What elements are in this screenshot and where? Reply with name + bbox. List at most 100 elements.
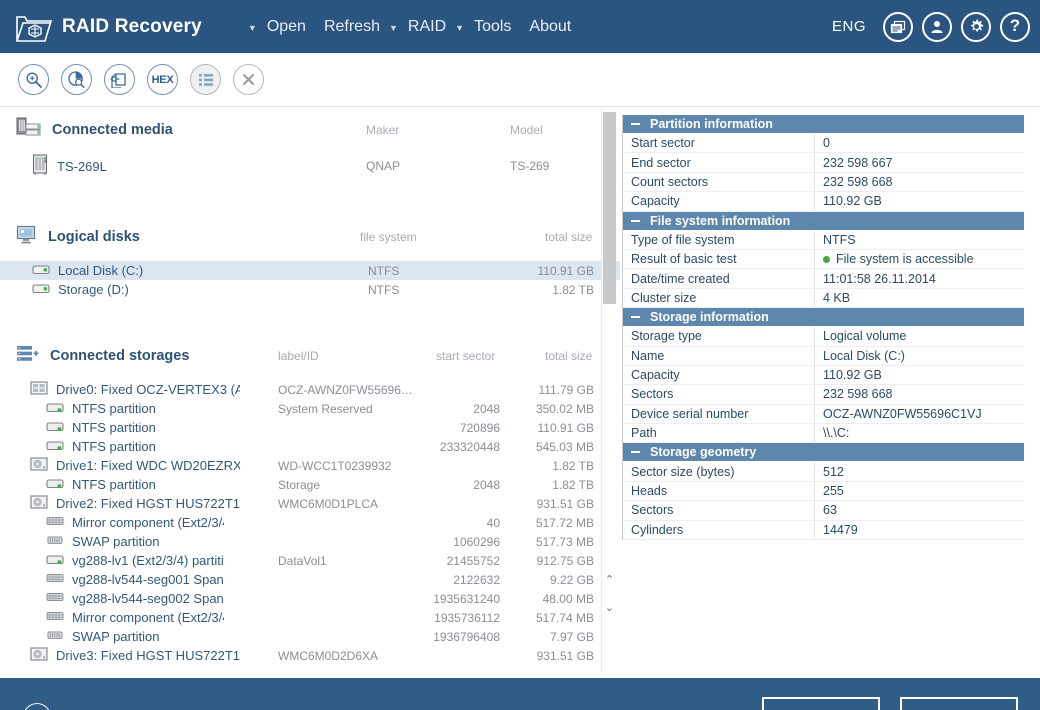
property-row: Sectors 232 598 668 (623, 385, 1024, 405)
section-title: Storage geometry (650, 445, 757, 460)
storage-row[interactable]: NTFS partition 720896 110.91 GB (0, 418, 620, 437)
partition-icon (46, 420, 64, 436)
media-maker: QNAP (366, 159, 401, 173)
user-icon[interactable] (922, 11, 952, 42)
disk-export-icon[interactable] (104, 64, 135, 95)
device-tree-panel[interactable]: Connected media Maker Model TS-269L QNAP… (0, 107, 620, 676)
section-title: File system information (650, 213, 791, 228)
menu-item-tools[interactable]: Tools (465, 14, 520, 40)
search-icon[interactable] (18, 64, 49, 95)
storage-row[interactable]: SWAP partition 1936796408 7.97 GB (0, 627, 620, 646)
property-value-text: 232 598 668 (823, 174, 893, 189)
storage-row[interactable]: vg288-lv544-seg001 Span compone… 2122632 9… (0, 570, 620, 589)
property-value-text: 110.92 GB (823, 368, 882, 383)
scrollbar-thumb[interactable] (603, 112, 616, 304)
nas-icon (32, 153, 48, 179)
section-header[interactable]: File system information (623, 211, 1024, 231)
storage-row[interactable]: SWAP partition 1060296 517.73 MB (0, 532, 620, 551)
column-label-total-size: total size (545, 349, 593, 363)
storage-row-labelid: WMC6M0D1PLCA (278, 496, 379, 511)
help-icon[interactable]: ? (1000, 11, 1030, 42)
menu-caret-open[interactable]: ▼ (248, 24, 257, 33)
raid-folder-logo (12, 7, 56, 47)
storage-row-name: Drive2: Fixed HGST HUS722T1TALA… (56, 496, 240, 511)
section-header[interactable]: Storage geometry (623, 443, 1024, 463)
storage-row[interactable]: NTFS partition System Reserved 2048 350.02 … (0, 399, 620, 418)
property-row: Heads 255 (623, 481, 1024, 502)
property-row: Sectors 63 (623, 501, 1024, 521)
property-value: 255 (815, 484, 1024, 498)
property-row: Path \\.\C: (623, 424, 1024, 444)
menu-item-about[interactable]: About (520, 14, 580, 40)
property-value: Logical volume (815, 329, 1024, 343)
storage-row-start-sector: 1936796408 (433, 629, 500, 644)
property-row: Date/time created 11:01:58 26.11.2014 (623, 269, 1024, 289)
collapse-icon[interactable] (631, 451, 640, 454)
magic-wand-icon[interactable] (22, 703, 52, 710)
storage-row-size: 350.02 MB (535, 401, 594, 416)
section-header[interactable]: Storage information (623, 308, 1024, 328)
property-value-text: 110.92 GB (823, 194, 882, 209)
section-header[interactable]: Partition information (623, 115, 1024, 134)
hdd-icon (30, 495, 48, 512)
storage-row-list: Drive0: Fixed OCZ-VERTEX3 (ATA) OCZ-AWNZ0… (0, 380, 620, 665)
main-body: Connected media Maker Model TS-269L QNAP… (0, 107, 1040, 676)
list-item-local-disk-c[interactable]: Local Disk (C:) NTFS 110.91 GB (0, 261, 620, 280)
volume-icon (32, 282, 50, 298)
property-key: Sector size (bytes) (623, 462, 815, 481)
hex-icon[interactable]: HEX (147, 64, 178, 95)
close-icon[interactable] (233, 64, 264, 95)
windows-icon[interactable] (883, 11, 913, 42)
explore-button[interactable]: Explore (900, 697, 1018, 710)
disk-name: Storage (D:) (58, 282, 129, 297)
collapse-icon[interactable] (631, 316, 640, 319)
property-row: Storage type Logical volume (623, 327, 1024, 347)
gear-icon[interactable] (961, 11, 991, 42)
menu-caret-raid[interactable]: ▼ (389, 24, 398, 33)
storage-row[interactable]: Mirror component (Ext2/3/4) partition 40 5… (0, 513, 620, 532)
group-header-connected-media: Connected media Maker Model (0, 115, 620, 145)
disk-scan-icon[interactable] (61, 64, 92, 95)
collapse-icon[interactable] (631, 123, 640, 125)
storage-row[interactable]: Drive0: Fixed OCZ-VERTEX3 (ATA) OCZ-AWNZ0… (0, 380, 620, 399)
storage-row[interactable]: vg288-lv1 (Ext2/3/4) partition DataVol1 21… (0, 551, 620, 570)
menu-item-raid[interactable]: RAID (399, 14, 455, 40)
storage-row-start-sector: 233320448 (439, 439, 500, 454)
list-item[interactable]: TS-269L QNAP TS-269 (0, 153, 620, 179)
storage-row-start-sector: 1935631240 (433, 591, 500, 606)
property-row: Type of file system NTFS (623, 230, 1024, 250)
menu-caret-tools[interactable]: ▼ (455, 24, 464, 33)
storage-row-name: vg288-lv544-seg001 Span compone… (72, 572, 224, 587)
property-key: Count sectors (623, 172, 815, 192)
storage-row-size: 517.74 MB (535, 610, 594, 625)
scroll-down-arrow[interactable]: ⌄ (602, 597, 617, 617)
storage-row-start-sector: 21455752 (446, 553, 500, 568)
menu-item-open[interactable]: Open (258, 14, 315, 40)
menu-item-refresh[interactable]: Refresh (315, 14, 389, 40)
start-scan-button[interactable]: Start scan (762, 697, 880, 710)
storage-row[interactable]: NTFS partition Storage 2048 1.82 TB (0, 475, 620, 494)
storage-row[interactable]: Drive2: Fixed HGST HUS722T1TALA… WMC6M0D1… (0, 494, 620, 513)
raid-part-icon (46, 515, 64, 530)
collapse-icon[interactable] (631, 219, 640, 222)
partition-icon (46, 401, 64, 417)
list-icon[interactable] (190, 64, 221, 95)
scroll-up-arrow[interactable]: ⌃ (602, 569, 617, 589)
storage-row[interactable]: Drive1: Fixed WDC WD20EZRX-00DC… WD-WCC1T… (0, 456, 620, 475)
storage-row-size: 110.91 GB (537, 420, 594, 435)
storage-row[interactable]: vg288-lv544-seg002 Span compone… 19356312… (0, 589, 620, 608)
storage-row-start-sector: 1060296 (453, 534, 500, 549)
storage-row[interactable]: Mirror component (Ext2/3/4) partition 193… (0, 608, 620, 627)
list-item-storage-d[interactable]: Storage (D:) NTFS 1.82 TB (0, 280, 620, 299)
raid-part-icon (46, 610, 64, 625)
storage-row[interactable]: Drive3: Fixed HGST HUS722T1TALA… WMC6M0D2… (0, 646, 620, 665)
property-key: Date/time created (623, 269, 815, 288)
property-value: OCZ-AWNZ0FW55696C1VJ (815, 407, 1024, 421)
left-scrollbar[interactable]: ⌃ ⌄ (601, 109, 616, 674)
property-value: File system is accessible (815, 252, 1024, 266)
storage-row-labelid: System Reserved (278, 401, 373, 416)
property-value: Local Disk (C:) (815, 349, 1024, 363)
language-selector[interactable]: ENG (832, 18, 866, 35)
storage-row[interactable]: NTFS partition 233320448 545.03 MB (0, 437, 620, 456)
property-row: Name Local Disk (C:) (623, 346, 1024, 366)
